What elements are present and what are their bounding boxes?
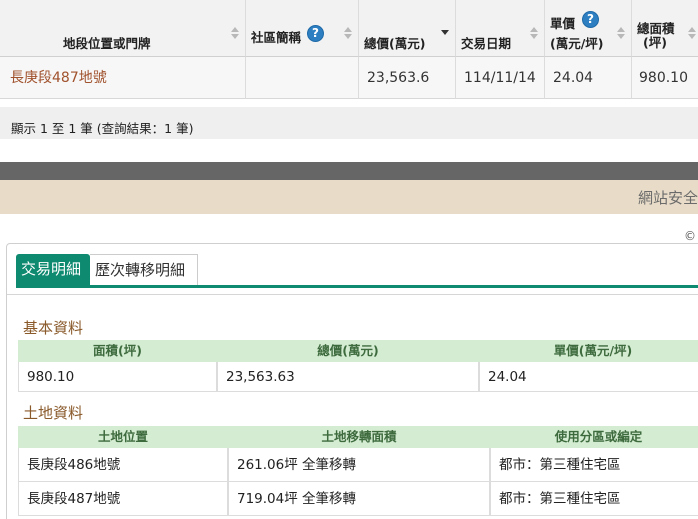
section-title-land: 土地資料 bbox=[23, 404, 84, 422]
column-header-label: 地段位置或門牌 bbox=[63, 36, 151, 51]
section-title-basic: 基本資料 bbox=[23, 319, 84, 337]
basic-header-unit-price: 單價(萬元/坪) bbox=[479, 340, 698, 362]
result-trade-date: 114/11/14 bbox=[456, 57, 545, 99]
copyright-icon: © bbox=[684, 229, 696, 243]
result-unit-price: 24.04 bbox=[545, 57, 632, 99]
basic-value-unit-price: 24.04 bbox=[479, 362, 698, 392]
column-header-area[interactable]: 總面積 (坪) bbox=[632, 0, 698, 57]
tab-transaction-detail[interactable]: 交易明細 bbox=[16, 254, 90, 285]
column-header-label: 單價 bbox=[550, 16, 576, 31]
sort-desc-icon[interactable] bbox=[441, 27, 449, 39]
column-header-trade-date[interactable]: 交易日期 bbox=[456, 0, 545, 57]
column-header-total-price[interactable]: 總價(萬元) bbox=[359, 0, 456, 57]
column-header-label: 社區簡稱 bbox=[251, 30, 302, 45]
result-total-price: 23,563.6 bbox=[359, 57, 456, 99]
security-notice[interactable]: 網站安全 bbox=[638, 187, 698, 208]
column-header-unit: (萬元/坪) bbox=[550, 36, 604, 51]
tab-underline bbox=[16, 285, 698, 288]
pagination-info: 顯示 1 至 1 筆 (查詢結果：1 筆) bbox=[0, 107, 698, 139]
detail-panel: 交易明細 歷次轉移明細 基本資料 面積(坪) 總價(萬元) 單價(萬元/坪) 9… bbox=[6, 243, 698, 519]
land-row-location: 長庚段487地號 bbox=[18, 482, 228, 516]
help-icon[interactable]: ? bbox=[307, 25, 324, 42]
land-header-zoning: 使用分區或編定 bbox=[490, 426, 698, 448]
results-table: 地段位置或門牌 社區簡稱 ? 總價(萬元) 交易日期 單價 ? (萬元/坪) 總… bbox=[0, 0, 698, 100]
land-row-transfer-area: 261.06坪 全筆移轉 bbox=[228, 448, 490, 482]
sort-icon[interactable] bbox=[617, 27, 625, 39]
land-row-zoning: 都市：第三種住宅區 bbox=[490, 448, 698, 482]
column-header-label: 總價(萬元) bbox=[364, 36, 426, 51]
column-header-unit: (坪) bbox=[643, 35, 667, 50]
land-row-transfer-area: 719.04坪 全筆移轉 bbox=[228, 482, 490, 516]
sort-icon[interactable] bbox=[688, 27, 696, 39]
basic-value-area: 980.10 bbox=[18, 362, 217, 392]
result-location-link[interactable]: 長庚段487地號 bbox=[0, 57, 246, 99]
divider-bar bbox=[0, 162, 698, 180]
basic-header-area: 面積(坪) bbox=[18, 340, 217, 362]
sort-icon[interactable] bbox=[231, 27, 239, 39]
result-community bbox=[246, 57, 359, 99]
basic-value-total-price: 23,563.63 bbox=[217, 362, 479, 392]
notice-bar: 網站安全 bbox=[0, 180, 698, 214]
sort-icon[interactable] bbox=[344, 27, 352, 39]
land-row-location: 長庚段486地號 bbox=[18, 448, 228, 482]
column-header-unit-price[interactable]: 單價 ? (萬元/坪) bbox=[545, 0, 632, 57]
basic-header-total-price: 總價(萬元) bbox=[217, 340, 479, 362]
land-row-zoning: 都市：第三種住宅區 bbox=[490, 482, 698, 516]
land-header-transfer-area: 土地移轉面積 bbox=[228, 426, 490, 448]
column-header-label: 交易日期 bbox=[461, 36, 512, 51]
column-header-location[interactable]: 地段位置或門牌 bbox=[0, 0, 246, 57]
sort-icon[interactable] bbox=[530, 27, 538, 39]
tab-divider bbox=[7, 294, 698, 295]
land-header-location: 土地位置 bbox=[18, 426, 228, 448]
tab-transfer-history[interactable]: 歷次轉移明細 bbox=[90, 254, 198, 285]
column-header-community[interactable]: 社區簡稱 ? bbox=[246, 0, 359, 57]
help-icon[interactable]: ? bbox=[582, 11, 599, 28]
result-area: 980.10 bbox=[632, 57, 698, 99]
